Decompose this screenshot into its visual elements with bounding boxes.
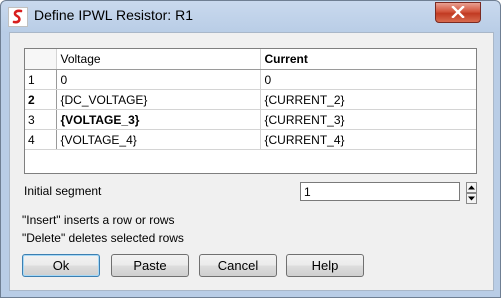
current-cell[interactable]: {CURRENT_3}	[260, 109, 476, 130]
table-row[interactable]: 4 {VOLTAGE_4} {CURRENT_4}	[25, 129, 476, 150]
close-button[interactable]	[435, 2, 481, 23]
row-number[interactable]: 4	[25, 129, 57, 150]
current-cell[interactable]: {CURRENT_4}	[260, 129, 476, 150]
ipwl-table[interactable]: Voltage Current 1 0 0 2 {DC_VOLTAGE} {CU…	[24, 48, 477, 174]
row-number[interactable]: 3	[25, 109, 57, 130]
title-bar[interactable]: Define IPWL Resistor: R1	[1, 1, 500, 32]
voltage-cell[interactable]: 0	[56, 69, 261, 90]
table-row[interactable]: 1 0 0	[25, 69, 476, 90]
column-header-voltage[interactable]: Voltage	[56, 49, 261, 70]
dialog-window: Define IPWL Resistor: R1 Voltage Current	[0, 0, 501, 298]
voltage-cell[interactable]: {DC_VOLTAGE}	[56, 89, 261, 110]
insert-help-text: "Insert" inserts a row or rows	[22, 213, 175, 227]
initial-segment-label: Initial segment	[24, 184, 102, 198]
row-number[interactable]: 1	[25, 69, 57, 90]
voltage-cell[interactable]: {VOLTAGE_4}	[56, 129, 261, 150]
initial-segment-input[interactable]: 1	[300, 182, 460, 201]
column-header-current[interactable]: Current	[260, 49, 476, 70]
current-cell[interactable]: {CURRENT_2}	[260, 89, 476, 110]
help-button[interactable]: Help	[286, 254, 364, 277]
row-number[interactable]: 2	[25, 89, 57, 110]
table-row[interactable]: 2 {DC_VOLTAGE} {CURRENT_2}	[25, 89, 476, 110]
cancel-button[interactable]: Cancel	[199, 254, 277, 277]
simetrix-logo-icon[interactable]	[8, 7, 28, 27]
close-icon	[451, 6, 465, 18]
current-cell[interactable]: 0	[260, 69, 476, 90]
table-corner-cell	[25, 49, 57, 70]
window-title: Define IPWL Resistor: R1	[34, 7, 193, 23]
delete-help-text: "Delete" deletes selected rows	[22, 231, 184, 245]
table-row[interactable]: 3 {VOLTAGE_3} {CURRENT_3}	[25, 109, 476, 130]
spin-down-button[interactable]	[466, 193, 477, 204]
paste-button[interactable]: Paste	[111, 254, 189, 277]
spin-down-icon	[468, 196, 475, 201]
table-header-row: Voltage Current	[25, 49, 476, 70]
spin-up-icon	[468, 185, 475, 190]
spin-up-button[interactable]	[466, 182, 477, 193]
initial-segment-spinner[interactable]	[466, 182, 477, 204]
ok-button[interactable]: Ok	[22, 254, 100, 277]
voltage-cell-focused[interactable]: {VOLTAGE_3}	[56, 109, 261, 130]
dialog-client-area: Voltage Current 1 0 0 2 {DC_VOLTAGE} {CU…	[9, 32, 494, 291]
